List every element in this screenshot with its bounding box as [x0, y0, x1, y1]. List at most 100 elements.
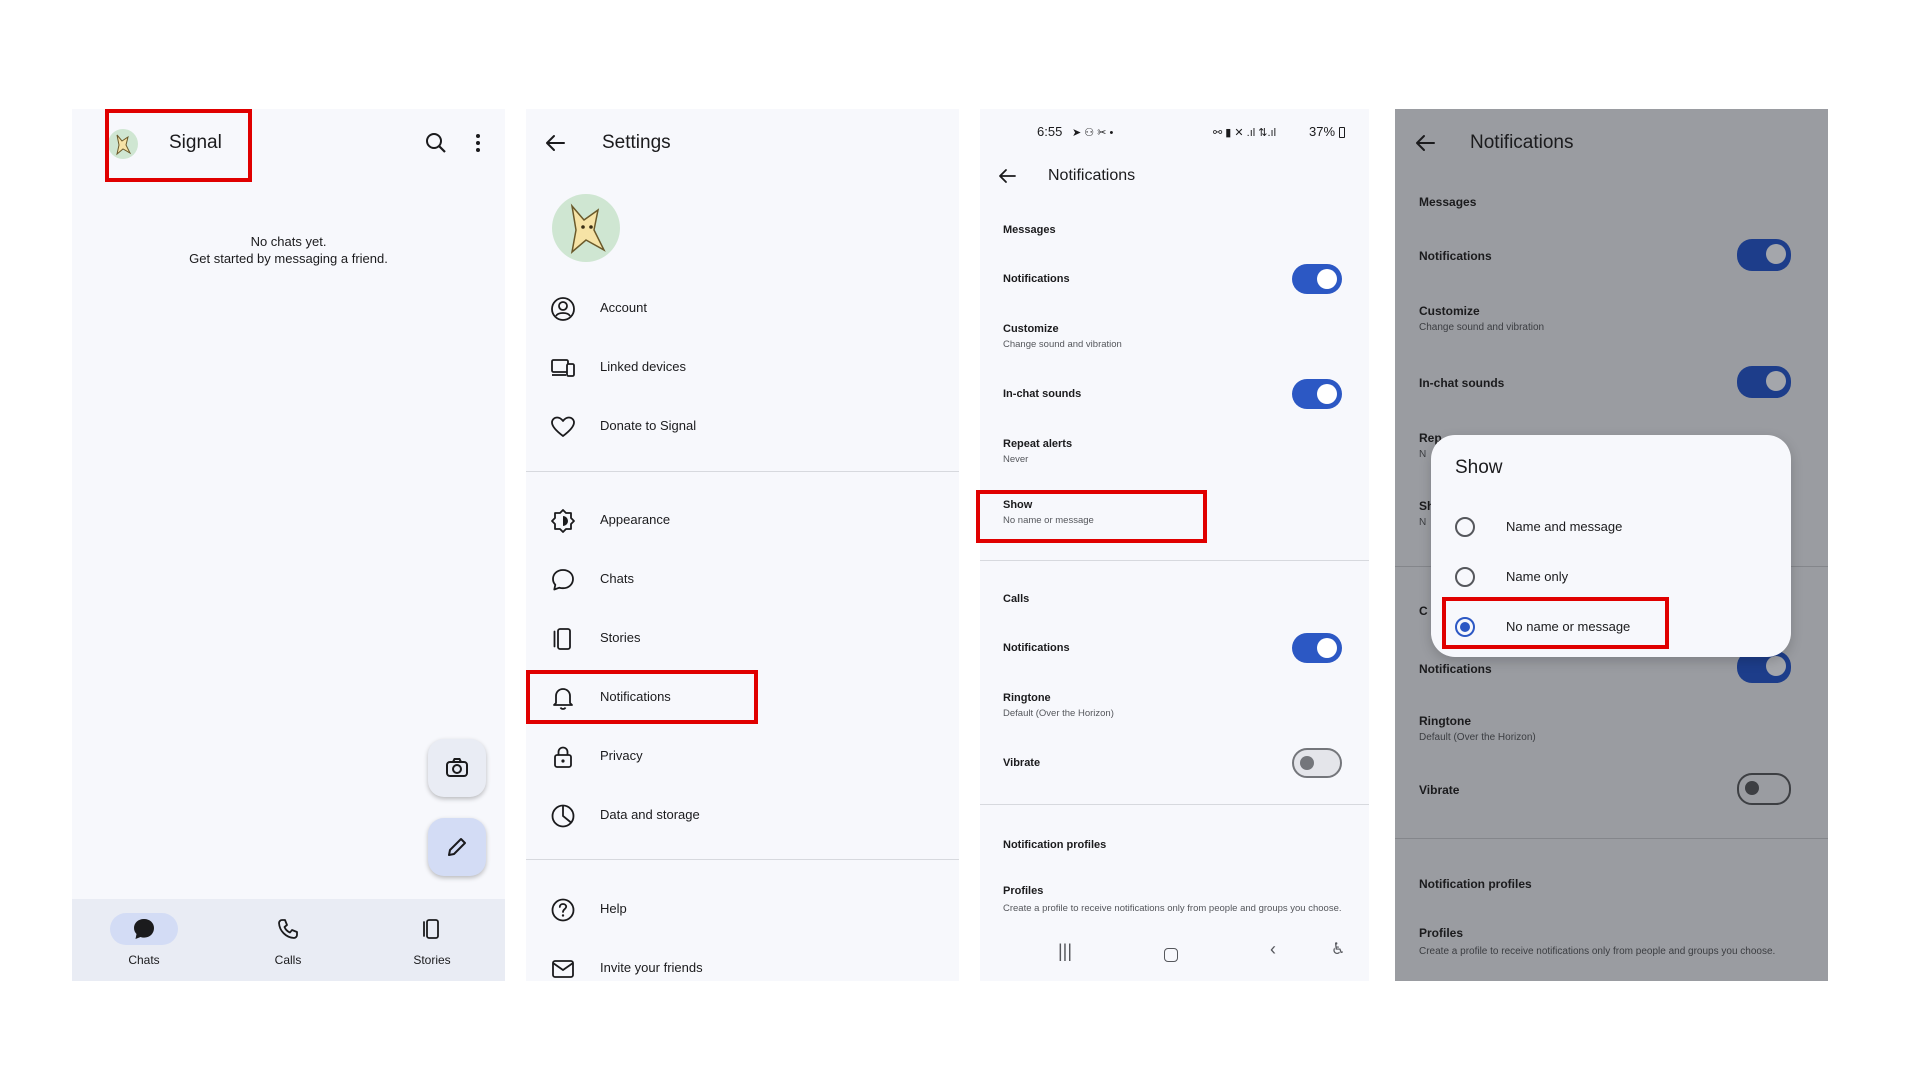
- settings-item-invite[interactable]: Invite your friends: [526, 945, 959, 981]
- compose-button[interactable]: [428, 818, 486, 876]
- setting-repeat-alerts-label[interactable]: Repeat alerts: [1003, 438, 1072, 450]
- radio-button[interactable]: [1455, 567, 1475, 587]
- setting-profiles-label[interactable]: Profiles: [1003, 885, 1043, 897]
- notifications-screen: 6:55 ➤ ⚇ ✂ • ⚯ ▮ ✕ .ıl ⇅.ıl 37% Notifica…: [980, 109, 1369, 981]
- appearance-icon: [550, 508, 576, 539]
- setting-in-chat-sounds-label: In-chat sounds: [1003, 388, 1082, 400]
- nav-calls[interactable]: Calls: [216, 899, 360, 981]
- settings-item-label: Notifications: [600, 689, 671, 704]
- setting-calls-notifications-label: Notifications: [1003, 642, 1070, 654]
- search-icon[interactable]: [424, 131, 448, 155]
- camera-icon: [446, 758, 468, 777]
- settings-item-chats[interactable]: Chats: [526, 556, 959, 604]
- settings-item-donate[interactable]: Donate to Signal: [526, 403, 959, 451]
- battery-icon: [1339, 127, 1345, 138]
- in-chat-sounds-toggle[interactable]: [1292, 379, 1342, 409]
- empty-state-subtitle: Get started by messaging a friend.: [189, 251, 388, 266]
- settings-item-label: Chats: [600, 571, 634, 586]
- settings-item-label: Help: [600, 901, 627, 916]
- nav-calls-label: Calls: [274, 953, 302, 967]
- accessibility-icon[interactable]: ♿: [1331, 939, 1345, 959]
- settings-item-notifications[interactable]: Notifications: [526, 674, 959, 722]
- settings-item-label: Donate to Signal: [600, 418, 697, 433]
- nav-stories-label: Stories: [413, 953, 451, 967]
- avatar[interactable]: [108, 129, 138, 159]
- setting-vibrate-label: Vibrate: [1003, 757, 1041, 769]
- setting-show-summary: No name or message: [1003, 515, 1094, 526]
- settings-item-stories[interactable]: Stories: [526, 615, 959, 663]
- phone-icon: [276, 917, 300, 944]
- settings-item-label: Data and storage: [600, 807, 700, 822]
- vibrate-toggle[interactable]: [1737, 773, 1791, 805]
- settings-item-label: Invite your friends: [600, 960, 703, 975]
- settings-screen: Settings Account Linked devices Donate t…: [526, 109, 959, 981]
- settings-item-appearance[interactable]: Appearance: [526, 497, 959, 545]
- setting-repeat-alerts-summary: Never: [1003, 454, 1029, 465]
- section-header-calls: Calls: [1003, 593, 1030, 605]
- in-chat-sounds-toggle[interactable]: [1737, 366, 1791, 398]
- help-icon: [550, 897, 576, 928]
- home-icon[interactable]: [1164, 948, 1178, 962]
- settings-item-privacy[interactable]: Privacy: [526, 733, 959, 781]
- app-title: Signal: [169, 132, 222, 153]
- setting-customize-label[interactable]: Customize: [1003, 323, 1059, 335]
- setting-customize-summary: Change sound and vibration: [1419, 322, 1545, 333]
- setting-profiles-label[interactable]: Profiles: [1419, 926, 1463, 940]
- setting-show-label[interactable]: Show: [1003, 499, 1032, 511]
- mail-icon: [550, 956, 576, 981]
- setting-profiles-summary: Create a profile to receive notification…: [1003, 903, 1342, 914]
- option-no-name-or-message[interactable]: No name or message: [1431, 604, 1791, 648]
- section-header-messages: Messages: [1419, 195, 1477, 209]
- setting-repeat-alerts-summary-partial: N: [1419, 449, 1427, 460]
- setting-profiles-summary: Create a profile to receive notification…: [1419, 946, 1776, 957]
- option-label: No name or message: [1506, 619, 1631, 634]
- section-divider: [526, 471, 959, 472]
- setting-calls-notifications-label: Notifications: [1419, 662, 1492, 676]
- radio-button[interactable]: [1455, 517, 1475, 537]
- vibrate-toggle[interactable]: [1292, 748, 1342, 778]
- radio-button-selected[interactable]: [1455, 617, 1475, 637]
- option-name-only[interactable]: Name only: [1431, 554, 1791, 598]
- settings-item-account[interactable]: Account: [526, 285, 959, 333]
- settings-item-help[interactable]: Help: [526, 886, 959, 934]
- system-back-icon[interactable]: ‹: [1270, 939, 1276, 960]
- section-divider: [980, 560, 1369, 561]
- option-label: Name and message: [1506, 519, 1623, 534]
- back-arrow-icon[interactable]: [544, 133, 566, 153]
- profile-avatar[interactable]: [552, 194, 620, 262]
- nav-stories[interactable]: Stories: [360, 899, 504, 981]
- empty-state-title: No chats yet.: [250, 234, 327, 249]
- setting-ringtone-summary: Default (Over the Horizon): [1419, 732, 1536, 743]
- setting-ringtone-label[interactable]: Ringtone: [1419, 714, 1471, 728]
- recent-apps-icon[interactable]: |||: [1058, 941, 1072, 962]
- messages-notifications-toggle[interactable]: [1292, 264, 1342, 294]
- heart-icon: [550, 414, 576, 445]
- setting-customize-label[interactable]: Customize: [1419, 304, 1480, 318]
- chat-bubble-icon: [550, 567, 576, 598]
- section-divider: [1395, 838, 1828, 839]
- settings-item-linked-devices[interactable]: Linked devices: [526, 344, 959, 392]
- more-vert-icon[interactable]: [474, 131, 482, 155]
- calls-notifications-toggle[interactable]: [1292, 633, 1342, 663]
- camera-button[interactable]: [428, 739, 486, 797]
- stories-icon: [550, 626, 576, 657]
- status-system-icons: ⚯ ▮ ✕ .ıl ⇅.ıl: [1213, 127, 1277, 139]
- notifications-screen-dialog: Notifications Messages Notifications Cus…: [1395, 109, 1828, 981]
- settings-item-label: Stories: [600, 630, 641, 645]
- page-title: Settings: [602, 132, 671, 153]
- settings-item-data-storage[interactable]: Data and storage: [526, 792, 959, 840]
- back-arrow-icon[interactable]: [1414, 133, 1436, 153]
- setting-show-summary-partial: N: [1419, 517, 1427, 528]
- nav-chats-label: Chats: [128, 953, 160, 967]
- setting-in-chat-sounds-label: In-chat sounds: [1419, 376, 1505, 390]
- section-header-messages: Messages: [1003, 224, 1056, 236]
- setting-ringtone-label[interactable]: Ringtone: [1003, 692, 1051, 704]
- messages-notifications-toggle[interactable]: [1737, 239, 1791, 271]
- settings-item-label: Account: [600, 300, 647, 315]
- back-arrow-icon[interactable]: [997, 167, 1017, 185]
- status-icons: ➤ ⚇ ✂ •: [1072, 127, 1114, 139]
- nav-chats[interactable]: Chats: [72, 899, 216, 981]
- option-name-and-message[interactable]: Name and message: [1431, 504, 1791, 548]
- linked-devices-icon: [550, 355, 576, 386]
- account-icon: [550, 296, 576, 327]
